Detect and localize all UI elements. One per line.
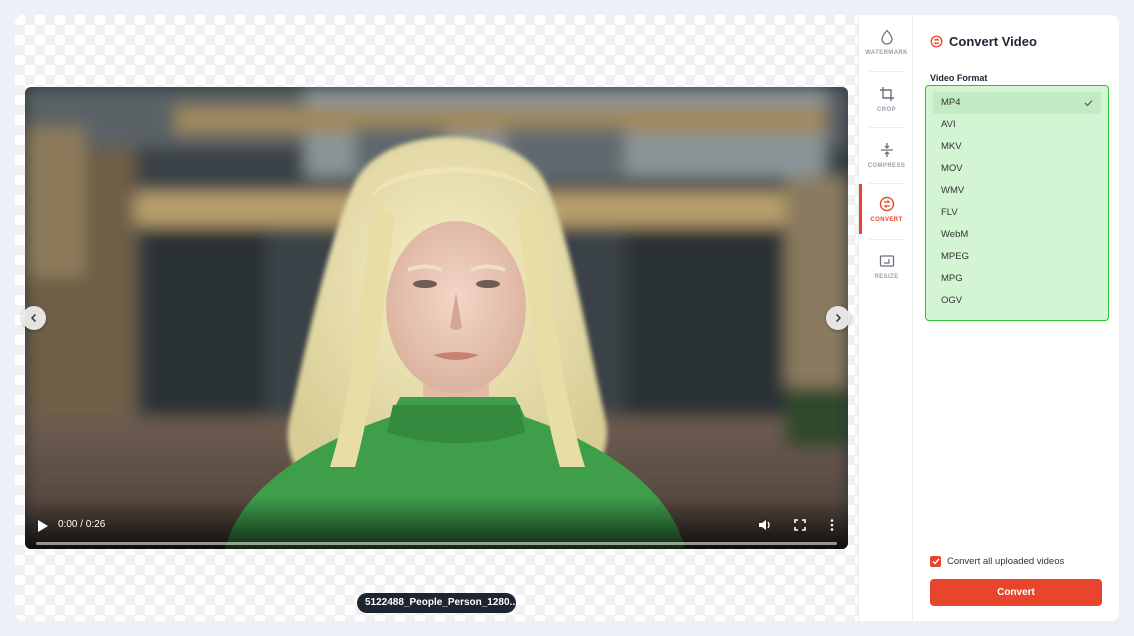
video-format-dropdown[interactable]: MP4 AVI MKV MOV WMV FLV WebM MPEG MPG OG… (925, 85, 1109, 321)
more-options-icon[interactable] (825, 518, 839, 532)
chevron-right-icon (835, 313, 842, 323)
tool-label: WATERMARK (865, 49, 908, 56)
convert-all-checkbox-row[interactable]: Convert all uploaded videos (930, 556, 1064, 567)
play-icon[interactable] (37, 519, 49, 533)
format-option-mov[interactable]: MOV (933, 158, 1101, 180)
option-label: WMV (941, 185, 965, 196)
convert-all-label: Convert all uploaded videos (947, 556, 1065, 567)
tool-watermark[interactable]: WATERMARK (859, 15, 914, 69)
convert-panel: Convert Video Video Format MP4 AVI MKV M… (913, 15, 1119, 621)
compress-icon (880, 142, 893, 157)
video-format-label: Video Format (930, 73, 988, 83)
format-option-wmv[interactable]: WMV (933, 180, 1101, 202)
format-option-mpg[interactable]: MPG (933, 268, 1101, 290)
option-label: MOV (941, 163, 963, 174)
tool-resize[interactable]: RESIZE (859, 239, 914, 293)
tool-convert[interactable]: CONVERT (859, 182, 914, 236)
format-option-mkv[interactable]: MKV (933, 136, 1101, 158)
next-video-button[interactable] (826, 306, 850, 330)
format-option-avi[interactable]: AVI (933, 114, 1101, 136)
droplet-icon (880, 29, 893, 45)
option-label: MPG (941, 273, 963, 284)
convert-button[interactable]: Convert (930, 579, 1102, 606)
progress-bar[interactable] (36, 542, 837, 545)
filename-pill: 5122488_People_Person_1280... (357, 593, 516, 613)
convert-icon (879, 196, 894, 211)
app-window: 0:00 / 0:26 5122488_People_Person_1280..… (15, 15, 1119, 621)
option-label: MKV (941, 141, 962, 152)
format-option-flv[interactable]: FLV (933, 202, 1101, 224)
tool-label: CONVERT (870, 216, 903, 223)
checkmark-icon (932, 558, 940, 565)
video-player[interactable]: 0:00 / 0:26 (25, 87, 848, 549)
format-option-webm[interactable]: WebM (933, 224, 1101, 246)
fullscreen-icon[interactable] (793, 518, 807, 532)
option-label: FLV (941, 207, 958, 218)
option-label: WebM (941, 229, 969, 240)
panel-title-text: Convert Video (949, 34, 1037, 49)
tool-label: CROP (877, 106, 896, 113)
tool-label: COMPRESS (867, 162, 906, 169)
tool-rail: WATERMARK CROP COMPRESS CONVERT RESIZE (858, 15, 913, 621)
video-frame (25, 87, 848, 549)
option-label: MP4 (941, 97, 961, 108)
tool-compress[interactable]: COMPRESS (859, 128, 914, 182)
option-label: AVI (941, 119, 956, 130)
tool-label: RESIZE (874, 273, 899, 280)
preview-stage: 0:00 / 0:26 5122488_People_Person_1280..… (15, 15, 858, 621)
convert-all-checkbox[interactable] (930, 556, 941, 567)
chevron-left-icon (30, 313, 37, 323)
format-option-ogv[interactable]: OGV (933, 290, 1101, 312)
time-display: 0:00 / 0:26 (58, 519, 106, 530)
previous-video-button[interactable] (22, 306, 46, 330)
format-option-mp4[interactable]: MP4 (933, 92, 1101, 114)
video-controls: 0:00 / 0:26 (25, 497, 848, 549)
panel-title: Convert Video (930, 34, 1037, 49)
checkmark-icon (1084, 100, 1093, 107)
format-option-mpeg[interactable]: MPEG (933, 246, 1101, 268)
volume-icon[interactable] (758, 518, 772, 532)
convert-icon (930, 35, 943, 48)
crop-icon (879, 86, 894, 101)
option-label: MPEG (941, 251, 969, 262)
resize-icon (879, 254, 894, 267)
option-label: OGV (941, 295, 963, 306)
tool-crop[interactable]: CROP (859, 72, 914, 126)
